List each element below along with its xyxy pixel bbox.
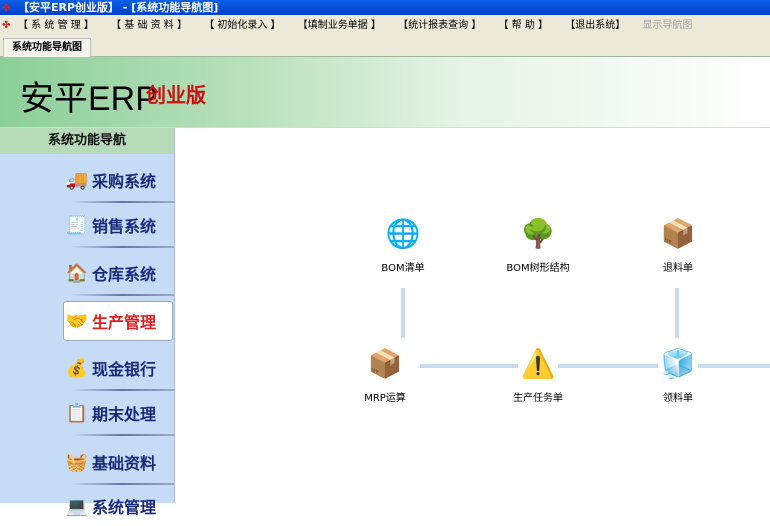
work-sign-icon: ⚠️ bbox=[518, 343, 558, 383]
globe-download-icon: 🌐 bbox=[385, 216, 421, 250]
flow-node-work-order[interactable]: ⚠️ 生产任务单 bbox=[493, 343, 583, 404]
sidebar-item-basic-data[interactable]: 🧺 基础资料 bbox=[64, 442, 174, 485]
system-icon: 💻 bbox=[65, 495, 89, 517]
tab-nav-map[interactable]: 系统功能导航图 bbox=[3, 38, 91, 57]
node-label: BOM清单 bbox=[381, 263, 425, 274]
flow-node-mrp[interactable]: 📦 MRP运算 bbox=[340, 343, 430, 404]
warehouse-icon: 🏠 bbox=[65, 262, 89, 284]
sidebar-item-sales[interactable]: 🧾 销售系统 bbox=[64, 205, 174, 248]
sidebar-heading: 系统功能导航 bbox=[0, 128, 174, 154]
sidebar-item-cash-bank[interactable]: 💰 现金银行 bbox=[64, 348, 174, 391]
app-icon: ✤ bbox=[2, 3, 11, 14]
node-label: MRP运算 bbox=[364, 393, 406, 404]
flow-canvas: 🌐 BOM清单 🌳 BOM树形结构 📦 退料单 📦 MRP运算 ⚠️ 生产任务单 🧊 领料单 bbox=[176, 128, 770, 503]
node-label: 生产任务单 bbox=[513, 393, 563, 404]
sidebar-item-purchase[interactable]: 🚚 采购系统 bbox=[64, 160, 174, 203]
banner-edition: 创业版 bbox=[146, 83, 206, 107]
menu-exit[interactable]: 【退出系统】 bbox=[565, 20, 625, 31]
sidebar-item-period-end[interactable]: 📋 期末处理 bbox=[64, 393, 174, 436]
sidebar: 系统功能导航 🚚 采购系统 🧾 销售系统 🏠 仓库系统 🤝 生产管理 💰 现金银行 📋 期末… bbox=[0, 128, 175, 517]
sidebar-item-label: 基础资料 bbox=[92, 454, 157, 473]
production-icon: 🤝 bbox=[65, 310, 89, 332]
box-card-icon: 📦 bbox=[365, 343, 405, 383]
menu-init[interactable]: 【 初始化录入 】 bbox=[204, 20, 280, 31]
flow-connector bbox=[675, 288, 679, 338]
app-menu-icon: ✤ bbox=[2, 20, 11, 31]
header-banner: 安平ERP 创业版 bbox=[0, 57, 770, 128]
sidebar-item-label: 现金银行 bbox=[92, 360, 157, 379]
pick-materials-icon: 🧊 bbox=[658, 343, 698, 383]
flow-node-pick[interactable]: 🧊 领料单 bbox=[633, 343, 723, 404]
menu-reports[interactable]: 【统计报表查询 】 bbox=[398, 20, 481, 31]
menu-system[interactable]: 【 系 统 管 理 】 bbox=[18, 20, 94, 31]
checklist-icon: 📋 bbox=[65, 402, 89, 424]
sidebar-item-warehouse[interactable]: 🏠 仓库系统 bbox=[64, 253, 174, 296]
sidebar-item-system[interactable]: 💻 系统管理 bbox=[64, 486, 174, 526]
window-title: 【安平ERP创业版】 - [系统功能导航图] bbox=[18, 1, 219, 14]
flow-node-bom-tree[interactable]: 🌳 BOM树形结构 bbox=[493, 213, 583, 275]
menu-bar: ✤ 【 系 统 管 理 】 【 基 础 资 料 】 【 初始化录入 】 【填制业… bbox=[0, 15, 770, 37]
node-label: 退料单 bbox=[663, 263, 693, 274]
tree-icon: 🌳 bbox=[520, 216, 556, 250]
flow-node-bom-list[interactable]: 🌐 BOM清单 bbox=[358, 213, 448, 275]
return-box-icon: 📦 bbox=[660, 216, 696, 250]
sidebar-item-label: 采购系统 bbox=[92, 172, 157, 191]
cash-icon: 💰 bbox=[65, 357, 89, 379]
flow-connector bbox=[401, 288, 405, 338]
hand-receipt-icon: 🧾 bbox=[65, 214, 89, 236]
banner-title: 安平ERP bbox=[20, 80, 158, 118]
basket-icon: 🧺 bbox=[65, 451, 89, 473]
sidebar-item-label: 系统管理 bbox=[92, 498, 157, 517]
menu-documents[interactable]: 【填制业务单据 】 bbox=[298, 20, 381, 31]
sidebar-item-label: 仓库系统 bbox=[92, 265, 157, 284]
menu-help[interactable]: 【 帮 助 】 bbox=[498, 20, 548, 31]
menu-show-nav: 显示导航图 bbox=[642, 20, 693, 31]
sidebar-item-production[interactable]: 🤝 生产管理 bbox=[63, 301, 173, 341]
sidebar-item-label: 销售系统 bbox=[92, 217, 157, 236]
sidebar-item-label: 生产管理 bbox=[92, 313, 157, 332]
truck-icon: 🚚 bbox=[65, 169, 89, 191]
node-label: BOM树形结构 bbox=[506, 263, 570, 274]
flow-node-return[interactable]: 📦 退料单 bbox=[633, 213, 723, 275]
node-label: 领料单 bbox=[663, 393, 693, 404]
sidebar-item-label: 期末处理 bbox=[92, 405, 157, 424]
tab-strip: 系统功能导航图 bbox=[0, 37, 770, 57]
menu-basic-data[interactable]: 【 基 础 资 料 】 bbox=[111, 20, 187, 31]
title-bar: ✤ 【安平ERP创业版】 - [系统功能导航图] bbox=[0, 0, 770, 15]
